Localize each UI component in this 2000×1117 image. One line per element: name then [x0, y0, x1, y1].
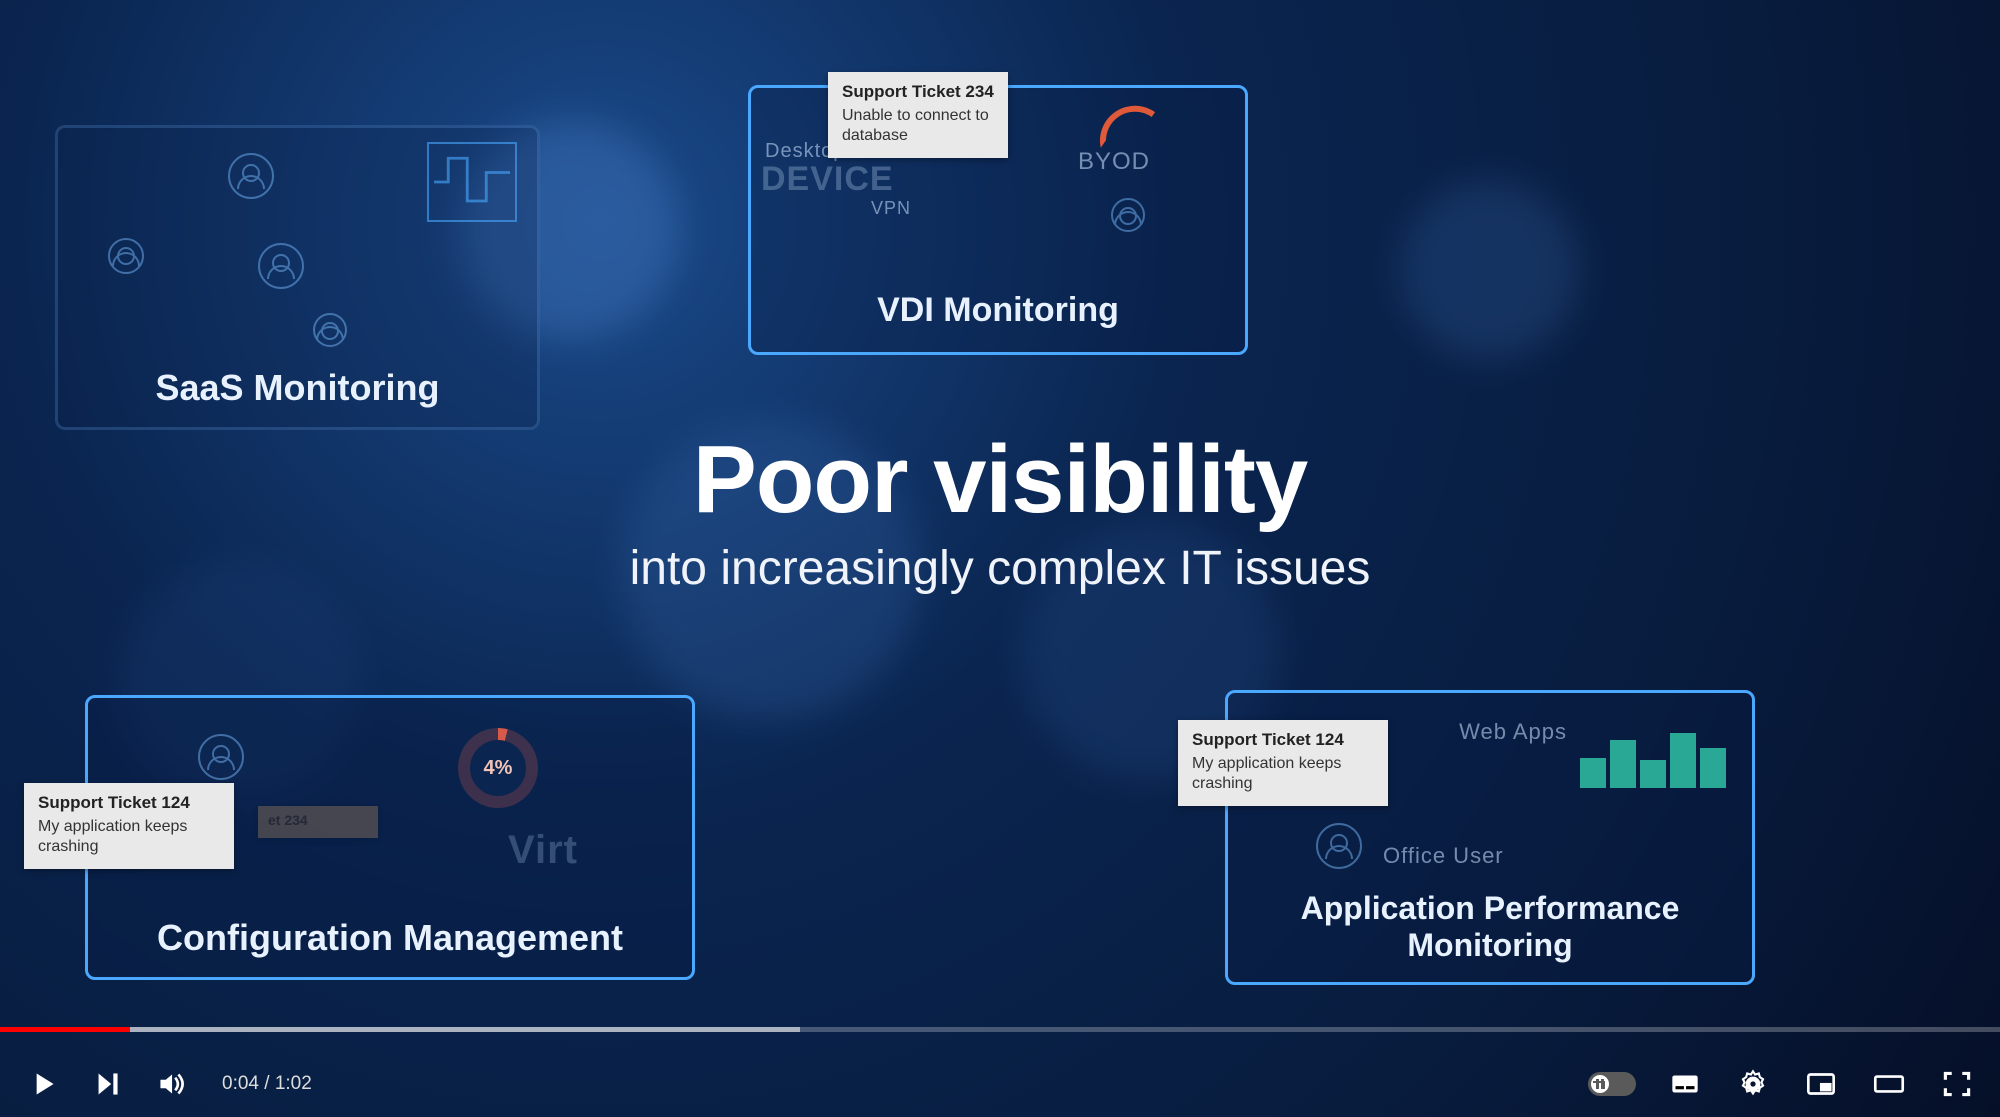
user-icon [198, 734, 244, 780]
controls-right [1588, 1065, 1976, 1103]
bar-chart-icon [1580, 723, 1730, 788]
card-title: SaaS Monitoring [58, 367, 537, 409]
user-icon [258, 243, 304, 289]
label-officeuser: Office User [1383, 843, 1504, 869]
ticket-body: Unable to connect to database [842, 106, 994, 146]
autoplay-toggle[interactable] [1588, 1072, 1636, 1096]
play-button[interactable] [24, 1065, 62, 1103]
time-display: 0:04 / 1:02 [222, 1073, 312, 1095]
user-icon [1316, 823, 1362, 869]
controls-row: 0:04 / 1:02 [0, 1051, 2000, 1117]
label-byod: BYOD [1078, 148, 1150, 176]
progress-played [0, 1027, 130, 1032]
ticket-body: My application keeps crashing [38, 817, 220, 857]
video-player: SaaS Monitoring Desktops DEVICE VPN BYOD… [0, 0, 2000, 1117]
theater-mode-button[interactable] [1870, 1065, 1908, 1103]
settings-button[interactable] [1734, 1065, 1772, 1103]
duration: 1:02 [275, 1073, 312, 1094]
player-controls: 0:04 / 1:02 [0, 1027, 2000, 1117]
ticket-faded-title: et 234 [268, 812, 368, 828]
headline-line1: Poor visibility [400, 425, 1600, 535]
user-icon [108, 238, 144, 274]
donut-value: 4% [458, 728, 538, 808]
user-icon [313, 313, 347, 347]
video-frame[interactable]: SaaS Monitoring Desktops DEVICE VPN BYOD… [0, 0, 2000, 1117]
progress-bar[interactable] [0, 1027, 2000, 1032]
current-time: 0:04 [222, 1073, 259, 1094]
headline: Poor visibility into increasingly comple… [400, 425, 1600, 596]
ticket-faded: et 234 [258, 806, 378, 838]
user-icon [1111, 198, 1145, 232]
subtitles-button[interactable] [1666, 1065, 1704, 1103]
label-vpn: VPN [871, 198, 911, 219]
label-webapps: Web Apps [1459, 719, 1567, 745]
label-virt: Virt [508, 828, 578, 873]
time-separator: / [259, 1073, 275, 1094]
card-title: Application Performance Monitoring [1228, 890, 1752, 964]
volume-button[interactable] [152, 1065, 190, 1103]
gauge-arc-icon [1094, 100, 1169, 148]
card-title: Configuration Management [88, 917, 692, 959]
label-device: DEVICE [761, 160, 894, 199]
ticket-title: Support Ticket 124 [38, 793, 220, 813]
ticket-234: Support Ticket 234 Unable to connect to … [828, 72, 1008, 158]
user-icon [228, 153, 274, 199]
waveform-icon [427, 142, 517, 222]
donut-chart-icon: 4% [458, 728, 538, 808]
ticket-title: Support Ticket 124 [1192, 730, 1374, 750]
ticket-124-left: Support Ticket 124 My application keeps … [24, 783, 234, 869]
miniplayer-button[interactable] [1802, 1065, 1840, 1103]
card-saas-monitoring: SaaS Monitoring [55, 125, 540, 430]
ticket-title: Support Ticket 234 [842, 82, 994, 102]
ticket-124-right: Support Ticket 124 My application keeps … [1178, 720, 1388, 806]
fullscreen-button[interactable] [1938, 1065, 1976, 1103]
ticket-body: My application keeps crashing [1192, 754, 1374, 794]
card-title: VDI Monitoring [751, 291, 1245, 330]
next-button[interactable] [88, 1065, 126, 1103]
controls-left: 0:04 / 1:02 [24, 1065, 312, 1103]
headline-line2: into increasingly complex IT issues [400, 541, 1600, 596]
